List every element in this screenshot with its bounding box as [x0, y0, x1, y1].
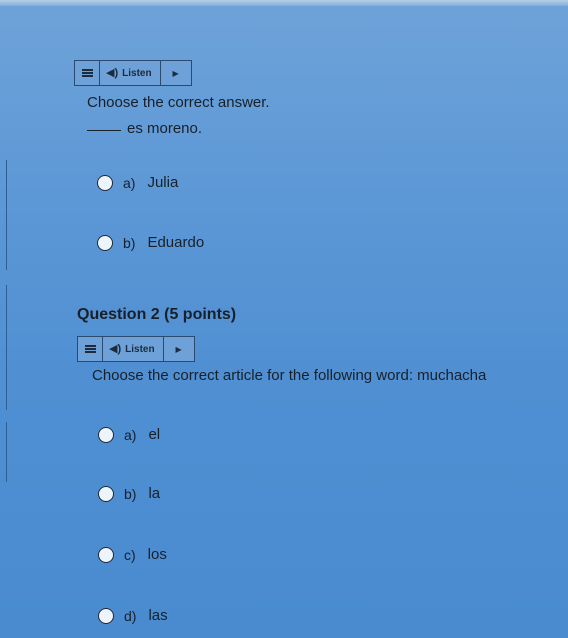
option-text: la — [148, 485, 161, 502]
question-prompt: Choose the correct article for the follo… — [92, 367, 487, 384]
sentence-text: es moreno. — [127, 120, 203, 137]
speaker-icon: ◀) — [106, 66, 119, 79]
option-letter: a) — [123, 174, 136, 191]
fill-in-sentence: es moreno. — [87, 120, 202, 137]
option-text: Julia — [147, 174, 179, 191]
menu-icon[interactable] — [78, 337, 103, 361]
question-prompt: Choose the correct answer. — [87, 94, 270, 111]
option-letter: b) — [124, 485, 137, 502]
scroll-edge-marker — [0, 160, 7, 270]
option-text: el — [148, 426, 161, 443]
menu-icon[interactable] — [75, 61, 100, 85]
listen-button[interactable]: ◀) Listen — [103, 337, 164, 361]
answer-blank — [87, 130, 121, 131]
listen-toolbar-q1: ◀) Listen ▶ — [74, 60, 192, 86]
answer-option-a[interactable]: a) el — [98, 426, 160, 443]
play-icon[interactable]: ▶ — [161, 61, 191, 85]
radio-button[interactable] — [97, 234, 113, 251]
window-top-edge — [0, 0, 568, 6]
answer-option-b[interactable]: b) Eduardo — [97, 234, 204, 251]
listen-label: Listen — [125, 343, 155, 355]
option-text: Eduardo — [147, 234, 205, 251]
radio-button[interactable] — [97, 174, 113, 191]
answer-option-b[interactable]: b) la — [98, 485, 160, 502]
scroll-edge-marker — [0, 285, 7, 410]
question-title: Question 2 (5 points) — [77, 306, 237, 323]
listen-toolbar-q2: ◀) Listen ▶ — [77, 336, 195, 362]
option-letter: d) — [124, 607, 137, 624]
answer-option-d[interactable]: d) las — [98, 607, 168, 624]
play-icon[interactable]: ▶ — [164, 337, 194, 361]
option-letter: a) — [124, 426, 137, 443]
radio-button[interactable] — [98, 485, 114, 502]
option-letter: c) — [124, 546, 136, 563]
option-letter: b) — [123, 234, 136, 251]
answer-option-c[interactable]: c) los — [98, 546, 167, 563]
radio-button[interactable] — [98, 607, 114, 624]
radio-button[interactable] — [98, 426, 114, 443]
listen-label: Listen — [122, 67, 152, 79]
option-text: los — [147, 546, 167, 563]
speaker-icon: ◀) — [109, 342, 122, 355]
option-text: las — [148, 607, 168, 624]
radio-button[interactable] — [98, 546, 114, 563]
listen-button[interactable]: ◀) Listen — [100, 61, 161, 85]
scroll-edge-marker — [0, 422, 7, 482]
answer-option-a[interactable]: a) Julia — [97, 174, 178, 191]
